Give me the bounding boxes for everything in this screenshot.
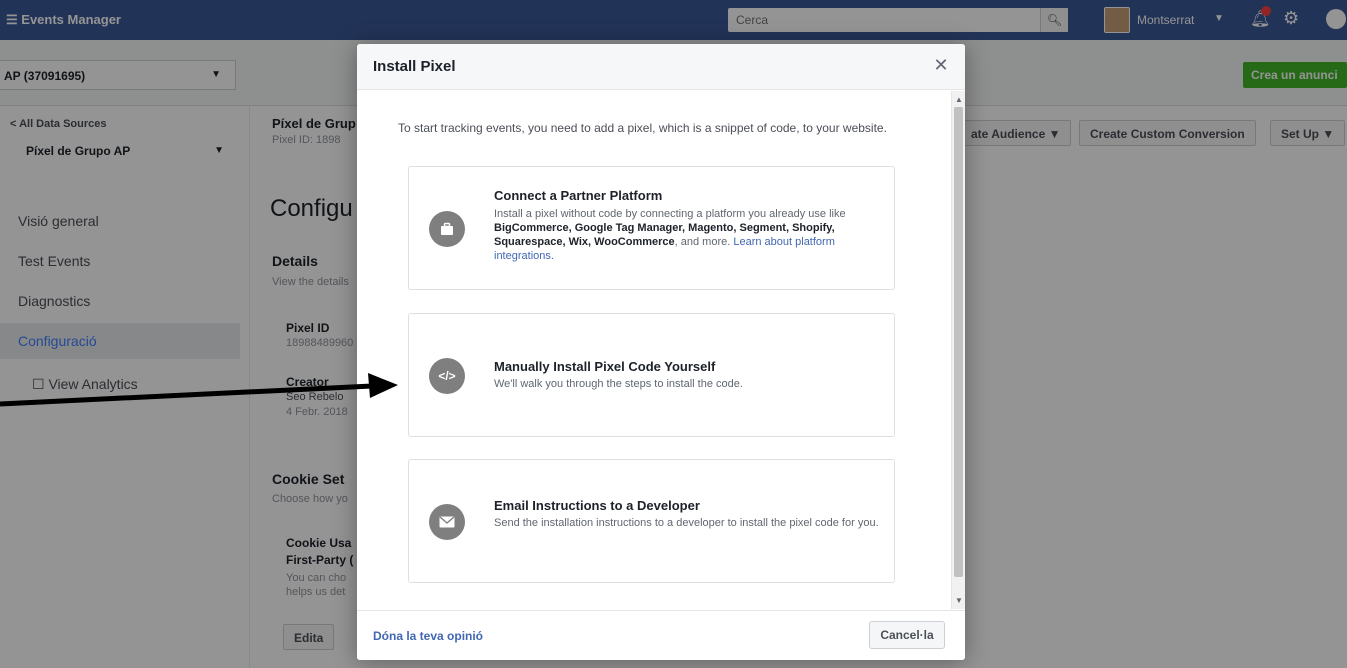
envelope-icon bbox=[429, 504, 465, 540]
scroll-up-arrow[interactable]: ▲ bbox=[955, 95, 963, 104]
install-pixel-dialog: Install Pixel ✕ To start tracking events… bbox=[357, 44, 965, 660]
option-email-developer[interactable]: Email Instructions to a Developer Send t… bbox=[408, 459, 895, 583]
dialog-body: To start tracking events, you need to ad… bbox=[357, 91, 965, 609]
dialog-title: Install Pixel bbox=[373, 58, 456, 75]
dialog-scrollbar[interactable]: ▲ ▼ bbox=[951, 91, 965, 609]
option-title: Manually Install Pixel Code Yourself bbox=[494, 359, 716, 374]
close-icon[interactable]: ✕ bbox=[931, 55, 951, 75]
option-description: Install a pixel without code by connecti… bbox=[494, 207, 884, 263]
scroll-down-arrow[interactable]: ▼ bbox=[955, 596, 963, 605]
scroll-thumb[interactable] bbox=[954, 107, 963, 577]
option-connect-partner-platform[interactable]: Connect a Partner Platform Install a pix… bbox=[408, 166, 895, 290]
cancel-button[interactable]: Cancel·la bbox=[869, 621, 945, 649]
give-feedback-link[interactable]: Dóna la teva opinió bbox=[373, 629, 483, 643]
option-description: We'll walk you through the steps to inst… bbox=[494, 378, 743, 390]
option-title: Connect a Partner Platform bbox=[494, 188, 663, 203]
code-icon: </> bbox=[429, 358, 465, 394]
dialog-header: Install Pixel ✕ bbox=[357, 44, 965, 90]
intro-text: To start tracking events, you need to ad… bbox=[398, 121, 887, 135]
briefcase-icon bbox=[429, 211, 465, 247]
option-title: Email Instructions to a Developer bbox=[494, 498, 700, 513]
option-description-text: , and more. bbox=[674, 236, 734, 248]
option-description-text: Install a pixel without code by connecti… bbox=[494, 208, 846, 220]
option-manual-install[interactable]: </> Manually Install Pixel Code Yourself… bbox=[408, 313, 895, 437]
dialog-footer: Dóna la teva opinió Cancel·la bbox=[357, 610, 965, 660]
option-description: Send the installation instructions to a … bbox=[494, 517, 879, 529]
